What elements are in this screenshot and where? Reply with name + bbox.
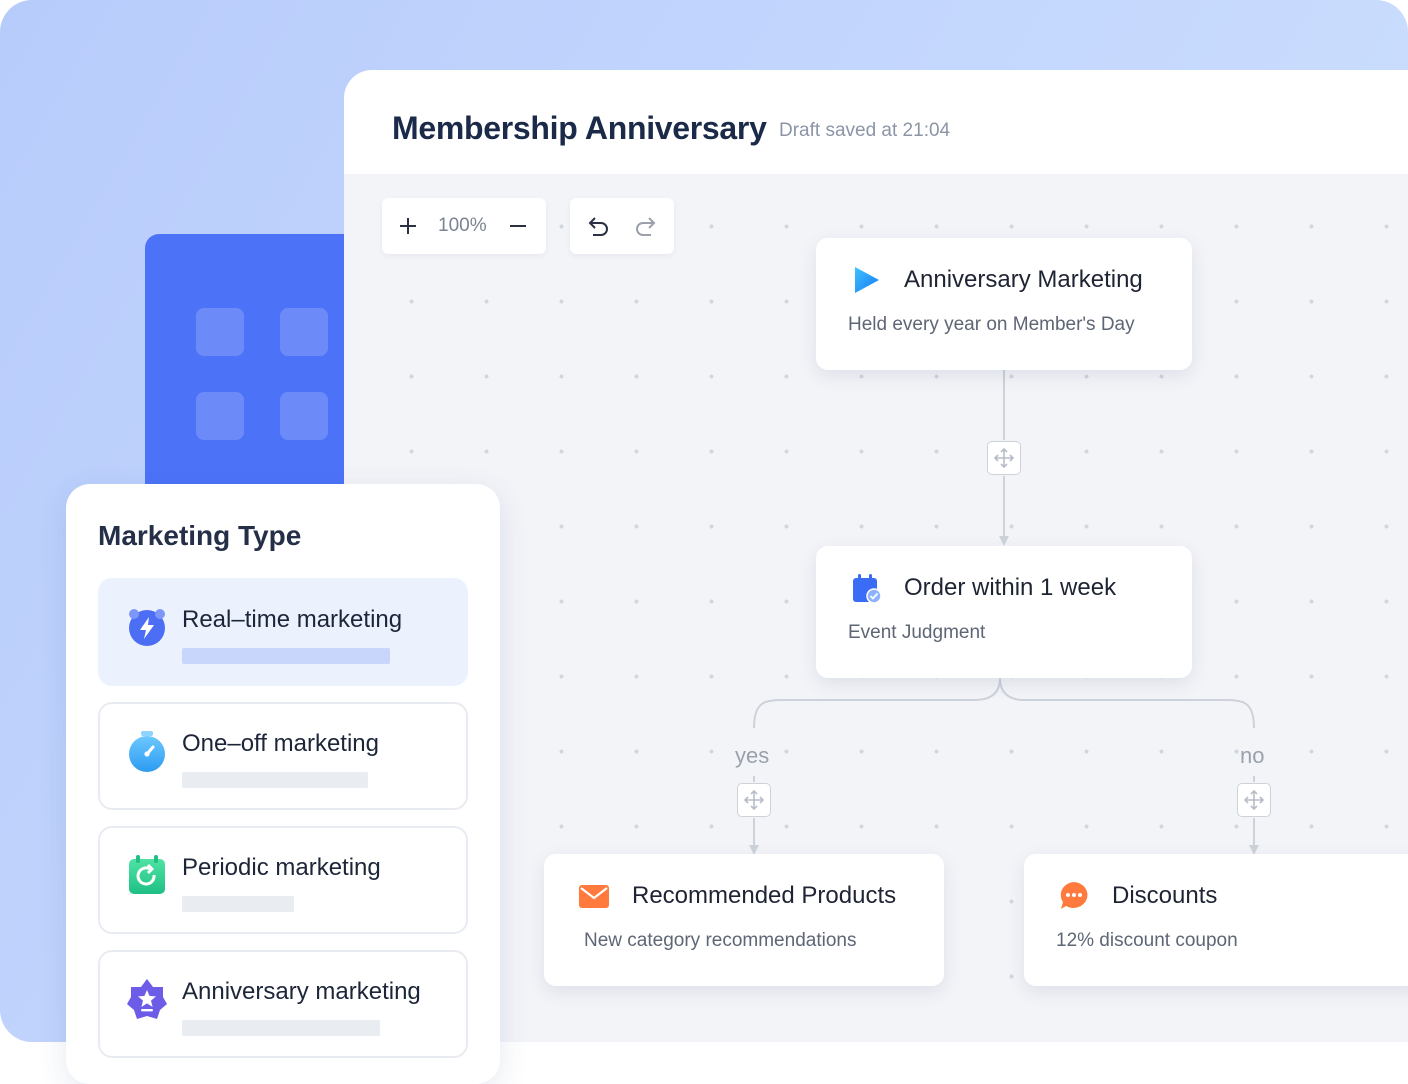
- zoom-in-button[interactable]: [394, 212, 422, 240]
- marketing-type-label: Real–time marketing: [182, 606, 403, 633]
- star-badge-icon: [127, 979, 167, 1019]
- action-node-discounts[interactable]: Discounts 12% discount coupon: [1024, 854, 1408, 986]
- marketing-type-item-periodic[interactable]: Periodic marketing: [98, 826, 468, 934]
- placeholder-bar: [182, 1020, 380, 1036]
- move-arrows-icon: [743, 789, 765, 811]
- node-title: Anniversary Marketing: [904, 266, 1143, 293]
- zoom-level: 100%: [438, 215, 487, 236]
- trigger-node[interactable]: Anniversary Marketing Held every year on…: [816, 238, 1192, 370]
- undo-button[interactable]: [584, 212, 612, 240]
- grid-square-icon: [196, 392, 244, 440]
- node-title: Recommended Products: [632, 882, 897, 909]
- node-subtitle: 12% discount coupon: [1056, 930, 1238, 951]
- chat-bubble-icon: [1060, 882, 1088, 909]
- branch-no-label: no: [1240, 743, 1265, 768]
- draft-status: Draft saved at 21:04: [779, 120, 951, 141]
- grid-square-icon: [280, 392, 328, 440]
- calendar-check-icon: [853, 574, 882, 604]
- action-node-recommended-products[interactable]: Recommended Products New category recomm…: [544, 854, 944, 986]
- marketing-type-panel: Marketing Type Real–time marketing One–o…: [66, 484, 500, 1084]
- minus-icon: [510, 225, 526, 227]
- node-subtitle: New category recommendations: [584, 930, 857, 951]
- zoom-out-button[interactable]: [504, 212, 532, 240]
- zoom-toolbar: 100%: [382, 198, 546, 254]
- node-title: Order within 1 week: [904, 574, 1117, 601]
- node-move-handle[interactable]: [1237, 783, 1271, 817]
- node-move-handle[interactable]: [987, 441, 1021, 475]
- placeholder-bar: [182, 896, 294, 912]
- plus-icon: [400, 218, 416, 234]
- condition-node[interactable]: Order within 1 week Event Judgment: [816, 546, 1192, 678]
- grid-square-icon: [196, 308, 244, 356]
- undo-icon: [588, 217, 608, 236]
- page-title: Membership Anniversary: [392, 110, 767, 146]
- branch-yes-label: yes: [735, 743, 770, 768]
- redo-button[interactable]: [632, 212, 660, 240]
- node-title: Discounts: [1112, 882, 1218, 909]
- play-icon: [855, 267, 879, 293]
- history-toolbar: [570, 198, 674, 254]
- refresh-calendar-icon: [129, 855, 165, 894]
- marketing-type-label: Periodic marketing: [182, 854, 381, 881]
- move-arrows-icon: [993, 447, 1015, 469]
- placeholder-bar: [182, 772, 368, 788]
- redo-icon: [636, 217, 656, 236]
- flow-editor-window: Membership Anniversary Draft saved at 21…: [344, 70, 1408, 1042]
- node-subtitle: Event Judgment: [848, 622, 986, 643]
- marketing-type-label: Anniversary marketing: [182, 978, 421, 1005]
- marketing-type-item-one-off[interactable]: One–off marketing: [98, 702, 468, 810]
- envelope-icon: [579, 885, 609, 908]
- move-arrows-icon: [1243, 789, 1265, 811]
- editor-header: Membership Anniversary Draft saved at 21…: [344, 70, 1408, 174]
- lightning-alarm-icon: [129, 609, 165, 646]
- marketing-type-label: One–off marketing: [182, 730, 380, 757]
- marketing-type-item-realtime[interactable]: Real–time marketing: [98, 578, 468, 686]
- grid-square-icon: [280, 308, 328, 356]
- placeholder-bar: [182, 648, 390, 664]
- stopwatch-icon: [129, 731, 165, 772]
- panel-title: Marketing Type: [98, 520, 302, 551]
- node-move-handle[interactable]: [737, 783, 771, 817]
- node-subtitle: Held every year on Member's Day: [848, 314, 1135, 335]
